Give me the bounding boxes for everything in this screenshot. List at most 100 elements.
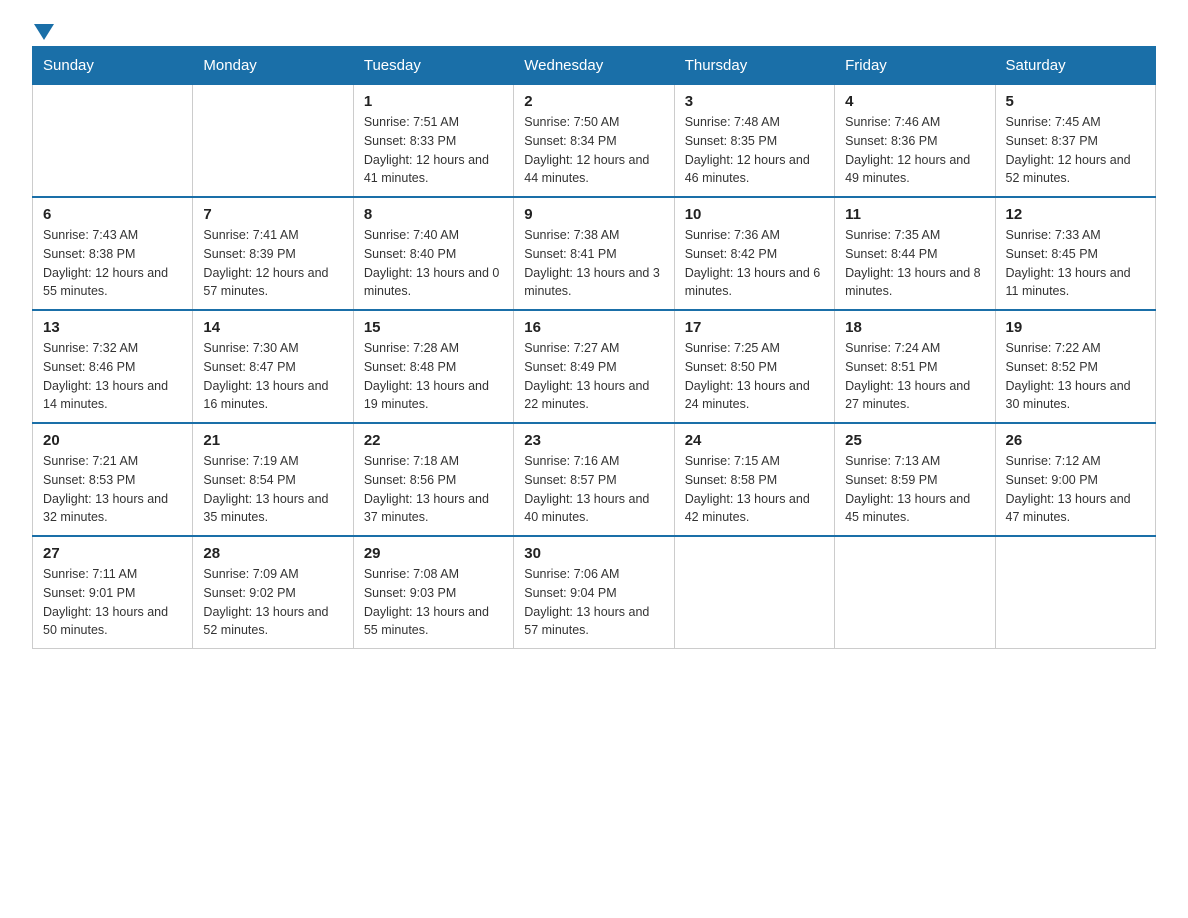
day-number: 28	[203, 545, 342, 562]
calendar-cell: 23 Sunrise: 7:16 AMSunset: 8:57 PMDayligh…	[514, 423, 674, 536]
day-info: Sunrise: 7:32 AMSunset: 8:46 PMDaylight:…	[43, 339, 182, 414]
day-info: Sunrise: 7:46 AMSunset: 8:36 PMDaylight:…	[845, 113, 984, 188]
calendar-cell	[995, 536, 1155, 649]
day-info: Sunrise: 7:36 AMSunset: 8:42 PMDaylight:…	[685, 226, 824, 301]
day-number: 12	[1006, 206, 1145, 223]
day-info: Sunrise: 7:09 AMSunset: 9:02 PMDaylight:…	[203, 565, 342, 640]
calendar-cell	[193, 85, 353, 198]
calendar-cell: 10 Sunrise: 7:36 AMSunset: 8:42 PMDayligh…	[674, 197, 834, 310]
calendar-cell: 6 Sunrise: 7:43 AMSunset: 8:38 PMDaylight…	[33, 197, 193, 310]
calendar-cell: 29Sunrise: 7:08 AMSunset: 9:03 PMDayligh…	[353, 536, 513, 649]
calendar-header-row: SundayMondayTuesdayWednesdayThursdayFrid…	[33, 47, 1156, 85]
day-number: 13	[43, 319, 182, 336]
day-info: Sunrise: 7:16 AMSunset: 8:57 PMDaylight:…	[524, 452, 663, 527]
day-info: Sunrise: 7:21 AMSunset: 8:53 PMDaylight:…	[43, 452, 182, 527]
calendar-cell	[835, 536, 995, 649]
calendar-cell: 14 Sunrise: 7:30 AMSunset: 8:47 PMDayligh…	[193, 310, 353, 423]
day-info: Sunrise: 7:41 AMSunset: 8:39 PMDaylight:…	[203, 226, 342, 301]
calendar-cell: 17 Sunrise: 7:25 AMSunset: 8:50 PMDayligh…	[674, 310, 834, 423]
day-info: Sunrise: 7:35 AMSunset: 8:44 PMDaylight:…	[845, 226, 984, 301]
day-number: 3	[685, 93, 824, 110]
calendar-cell	[674, 536, 834, 649]
calendar-cell: 16 Sunrise: 7:27 AMSunset: 8:49 PMDayligh…	[514, 310, 674, 423]
day-number: 26	[1006, 432, 1145, 449]
calendar-cell: 11 Sunrise: 7:35 AMSunset: 8:44 PMDayligh…	[835, 197, 995, 310]
calendar-week-row: 6 Sunrise: 7:43 AMSunset: 8:38 PMDaylight…	[33, 197, 1156, 310]
day-number: 10	[685, 206, 824, 223]
weekday-header-saturday: Saturday	[995, 47, 1155, 85]
day-info: Sunrise: 7:45 AMSunset: 8:37 PMDaylight:…	[1006, 113, 1145, 188]
calendar-cell: 30 Sunrise: 7:06 AMSunset: 9:04 PMDayligh…	[514, 536, 674, 649]
calendar-cell	[33, 85, 193, 198]
day-info: Sunrise: 7:38 AMSunset: 8:41 PMDaylight:…	[524, 226, 663, 301]
calendar-week-row: 13 Sunrise: 7:32 AMSunset: 8:46 PMDayligh…	[33, 310, 1156, 423]
calendar-cell: 5 Sunrise: 7:45 AMSunset: 8:37 PMDaylight…	[995, 85, 1155, 198]
day-info: Sunrise: 7:25 AMSunset: 8:50 PMDaylight:…	[685, 339, 824, 414]
day-info: Sunrise: 7:48 AMSunset: 8:35 PMDaylight:…	[685, 113, 824, 188]
day-info: Sunrise: 7:40 AMSunset: 8:40 PMDaylight:…	[364, 226, 503, 301]
calendar-cell: 3 Sunrise: 7:48 AMSunset: 8:35 PMDaylight…	[674, 85, 834, 198]
day-number: 5	[1006, 93, 1145, 110]
weekday-header-wednesday: Wednesday	[514, 47, 674, 85]
day-info: Sunrise: 7:27 AMSunset: 8:49 PMDaylight:…	[524, 339, 663, 414]
calendar-cell: 9 Sunrise: 7:38 AMSunset: 8:41 PMDaylight…	[514, 197, 674, 310]
weekday-header-friday: Friday	[835, 47, 995, 85]
day-number: 2	[524, 93, 663, 110]
day-info: Sunrise: 7:50 AMSunset: 8:34 PMDaylight:…	[524, 113, 663, 188]
day-info: Sunrise: 7:24 AMSunset: 8:51 PMDaylight:…	[845, 339, 984, 414]
day-info: Sunrise: 7:30 AMSunset: 8:47 PMDaylight:…	[203, 339, 342, 414]
calendar-cell: 28 Sunrise: 7:09 AMSunset: 9:02 PMDayligh…	[193, 536, 353, 649]
day-number: 27	[43, 545, 182, 562]
day-number: 7	[203, 206, 342, 223]
day-number: 25	[845, 432, 984, 449]
calendar-cell: 19Sunrise: 7:22 AMSunset: 8:52 PMDayligh…	[995, 310, 1155, 423]
day-info: Sunrise: 7:43 AMSunset: 8:38 PMDaylight:…	[43, 226, 182, 301]
calendar-week-row: 1 Sunrise: 7:51 AMSunset: 8:33 PMDaylight…	[33, 85, 1156, 198]
day-info: Sunrise: 7:19 AMSunset: 8:54 PMDaylight:…	[203, 452, 342, 527]
calendar-cell: 1 Sunrise: 7:51 AMSunset: 8:33 PMDaylight…	[353, 85, 513, 198]
day-number: 17	[685, 319, 824, 336]
calendar-cell: 7 Sunrise: 7:41 AMSunset: 8:39 PMDaylight…	[193, 197, 353, 310]
calendar-cell: 27 Sunrise: 7:11 AMSunset: 9:01 PMDayligh…	[33, 536, 193, 649]
day-info: Sunrise: 7:06 AMSunset: 9:04 PMDaylight:…	[524, 565, 663, 640]
calendar-cell: 13 Sunrise: 7:32 AMSunset: 8:46 PMDayligh…	[33, 310, 193, 423]
day-number: 23	[524, 432, 663, 449]
day-info: Sunrise: 7:08 AMSunset: 9:03 PMDaylight:…	[364, 565, 503, 640]
calendar-week-row: 27 Sunrise: 7:11 AMSunset: 9:01 PMDayligh…	[33, 536, 1156, 649]
day-info: Sunrise: 7:11 AMSunset: 9:01 PMDaylight:…	[43, 565, 182, 640]
weekday-header-monday: Monday	[193, 47, 353, 85]
logo	[32, 24, 54, 36]
day-info: Sunrise: 7:18 AMSunset: 8:56 PMDaylight:…	[364, 452, 503, 527]
day-info: Sunrise: 7:15 AMSunset: 8:58 PMDaylight:…	[685, 452, 824, 527]
day-number: 20	[43, 432, 182, 449]
calendar-cell: 26Sunrise: 7:12 AMSunset: 9:00 PMDayligh…	[995, 423, 1155, 536]
weekday-header-sunday: Sunday	[33, 47, 193, 85]
calendar-cell: 12 Sunrise: 7:33 AMSunset: 8:45 PMDayligh…	[995, 197, 1155, 310]
day-info: Sunrise: 7:33 AMSunset: 8:45 PMDaylight:…	[1006, 226, 1145, 301]
calendar-cell: 8 Sunrise: 7:40 AMSunset: 8:40 PMDaylight…	[353, 197, 513, 310]
calendar-cell: 25 Sunrise: 7:13 AMSunset: 8:59 PMDayligh…	[835, 423, 995, 536]
weekday-header-thursday: Thursday	[674, 47, 834, 85]
day-number: 1	[364, 93, 503, 110]
day-number: 6	[43, 206, 182, 223]
day-number: 11	[845, 206, 984, 223]
day-number: 30	[524, 545, 663, 562]
calendar-week-row: 20 Sunrise: 7:21 AMSunset: 8:53 PMDayligh…	[33, 423, 1156, 536]
day-info: Sunrise: 7:51 AMSunset: 8:33 PMDaylight:…	[364, 113, 503, 188]
day-number: 21	[203, 432, 342, 449]
day-info: Sunrise: 7:28 AMSunset: 8:48 PMDaylight:…	[364, 339, 503, 414]
page-header	[32, 24, 1156, 36]
day-number: 9	[524, 206, 663, 223]
calendar-cell: 20 Sunrise: 7:21 AMSunset: 8:53 PMDayligh…	[33, 423, 193, 536]
calendar-cell: 21 Sunrise: 7:19 AMSunset: 8:54 PMDayligh…	[193, 423, 353, 536]
day-number: 16	[524, 319, 663, 336]
calendar-cell: 2 Sunrise: 7:50 AMSunset: 8:34 PMDaylight…	[514, 85, 674, 198]
day-number: 19	[1006, 319, 1145, 336]
weekday-header-tuesday: Tuesday	[353, 47, 513, 85]
day-number: 14	[203, 319, 342, 336]
calendar-table: SundayMondayTuesdayWednesdayThursdayFrid…	[32, 46, 1156, 649]
logo-triangle-icon	[34, 24, 54, 40]
day-number: 8	[364, 206, 503, 223]
day-info: Sunrise: 7:13 AMSunset: 8:59 PMDaylight:…	[845, 452, 984, 527]
calendar-cell: 18Sunrise: 7:24 AMSunset: 8:51 PMDayligh…	[835, 310, 995, 423]
